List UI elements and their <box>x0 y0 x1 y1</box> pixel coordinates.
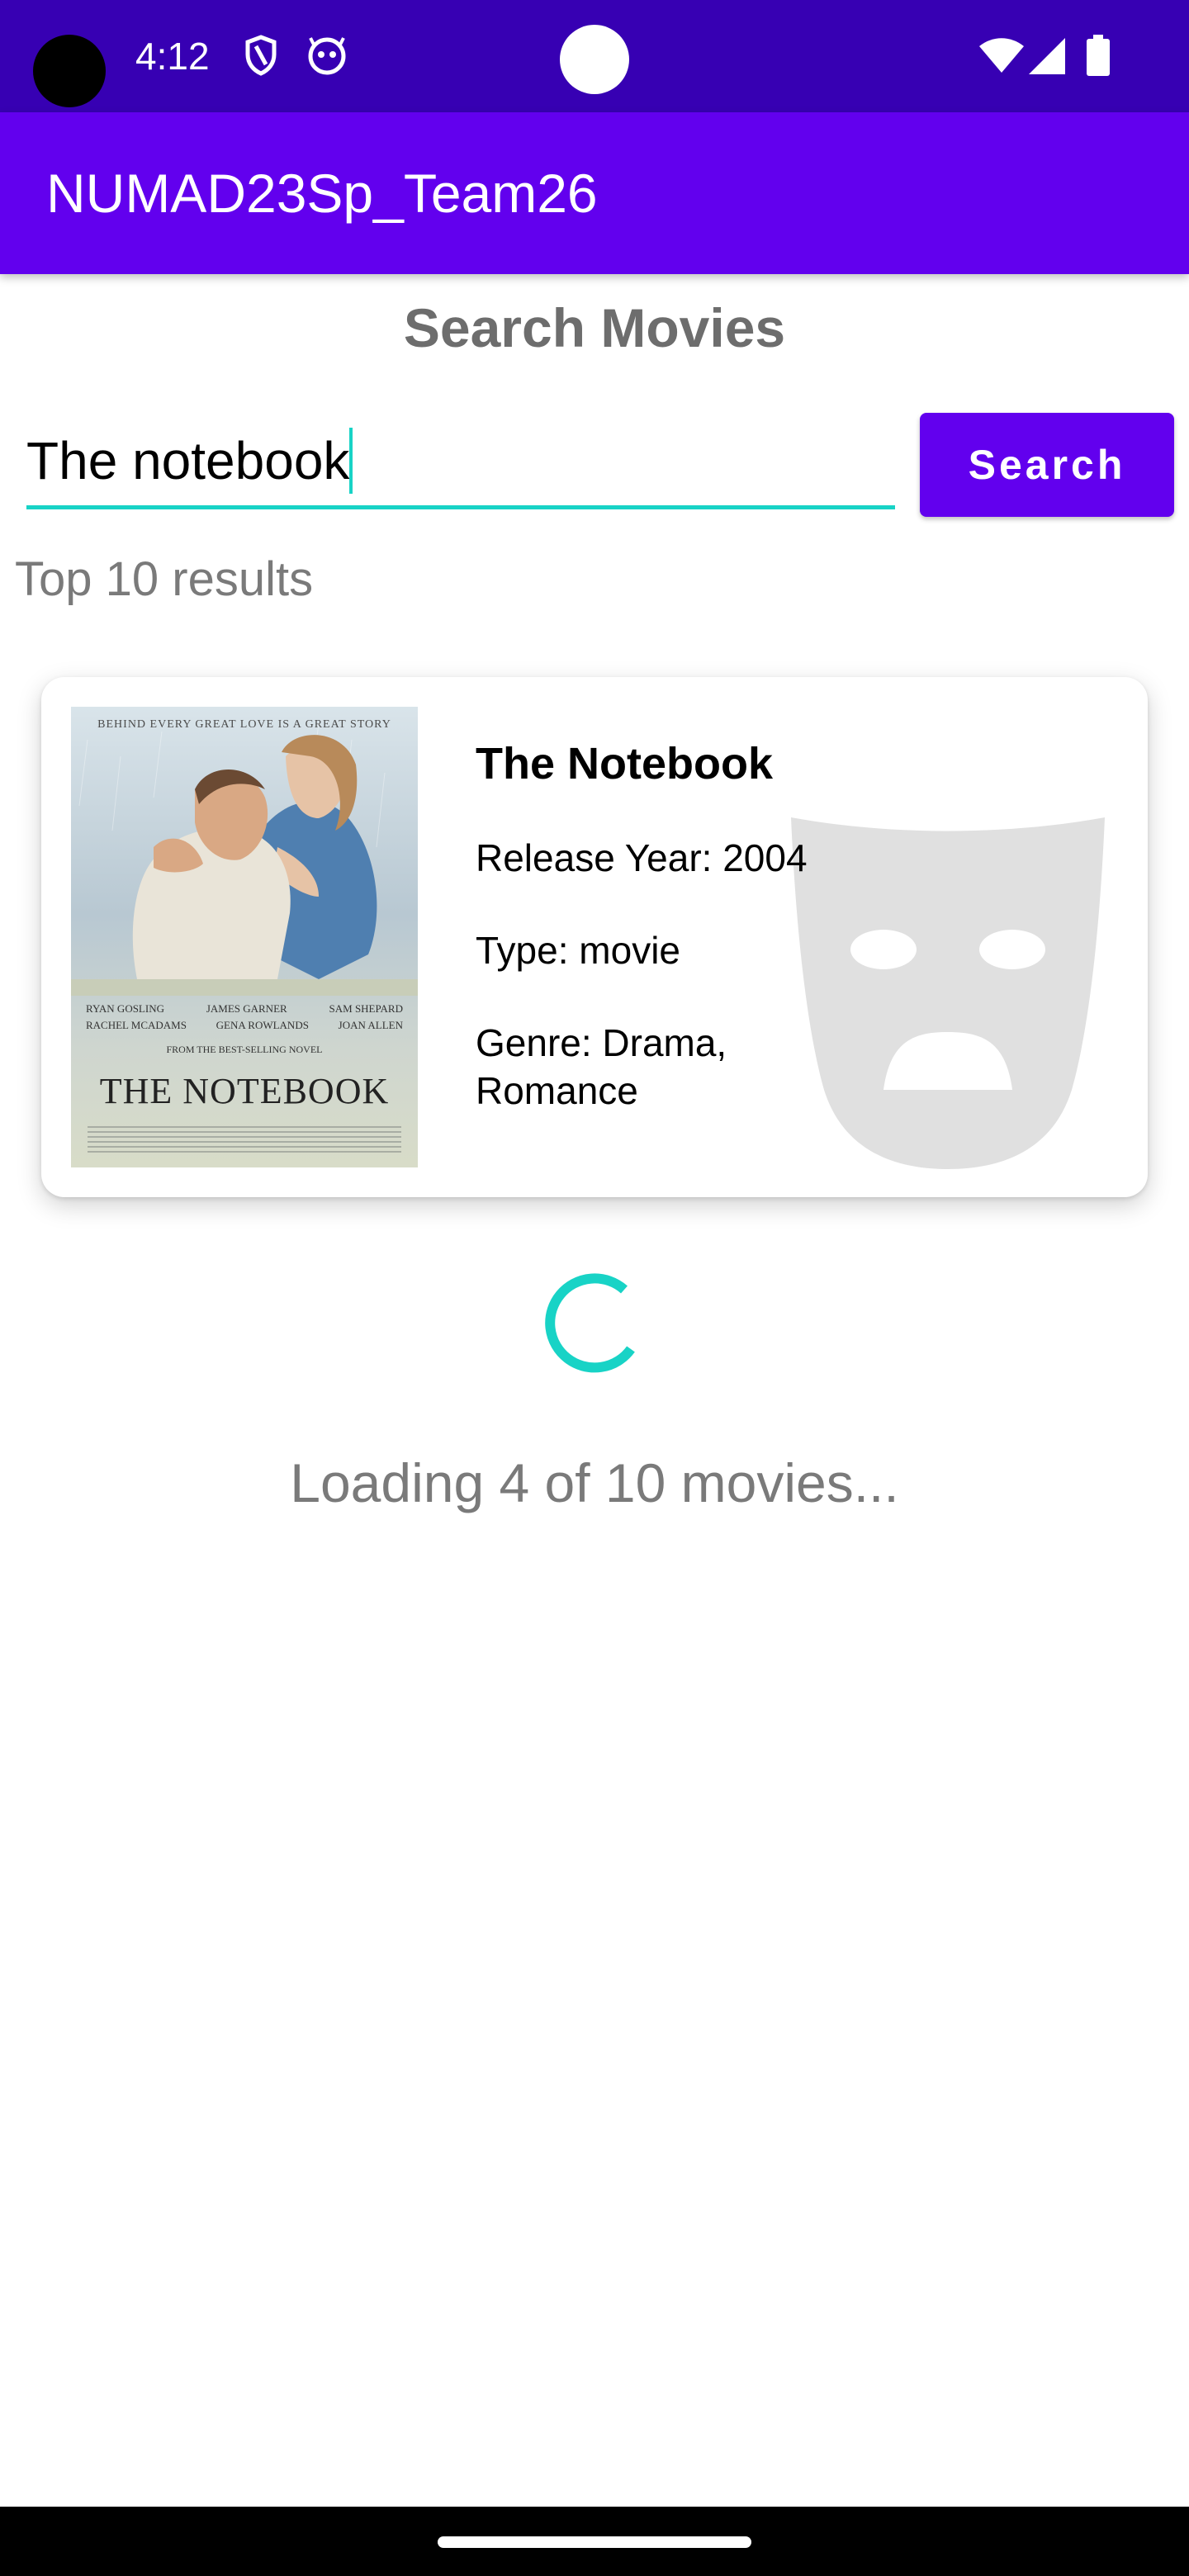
movie-type: Type: movie <box>476 929 680 972</box>
search-query-text: The notebook <box>26 431 350 490</box>
movie-genre: Genre: Drama, Romance <box>476 1021 727 1112</box>
poster-cast-row: RACHEL MCADAMS GENA ROWLANDS JOAN ALLEN <box>86 1019 403 1032</box>
movie-poster: BEHIND EVERY GREAT LOVE IS A GREAT STORY… <box>71 707 418 1167</box>
home-gesture-handle[interactable] <box>438 2536 751 2548</box>
poster-cast-row: RYAN GOSLING JAMES GARNER SAM SHEPARD <box>86 1002 403 1016</box>
text-cursor <box>349 428 353 494</box>
loading-status-text: Loading 4 of 10 movies... <box>290 1452 899 1513</box>
movie-title: The Notebook <box>476 739 773 788</box>
poster-cast-name: RACHEL MCADAMS <box>86 1019 187 1031</box>
app-title: NUMAD23Sp_Team26 <box>46 163 598 224</box>
movie-release-year: Release Year: 2004 <box>476 836 808 879</box>
poster-credits-block <box>88 1126 401 1154</box>
shield-icon <box>244 35 277 80</box>
poster-cast-name: SAM SHEPARD <box>329 1002 403 1015</box>
movie-card[interactable]: BEHIND EVERY GREAT LOVE IS A GREAT STORY… <box>41 677 1148 1197</box>
poster-cast-name: GENA ROWLANDS <box>216 1019 309 1031</box>
app-bar: NUMAD23Sp_Team26 <box>0 112 1189 274</box>
drama-mask-icon <box>791 817 1105 1173</box>
poster-title: THE NOTEBOOK <box>99 1071 390 1111</box>
wifi-icon <box>979 38 1024 78</box>
loading-spinner <box>542 1270 647 1380</box>
front-sensor <box>560 25 629 94</box>
search-input[interactable]: The notebook <box>26 413 895 509</box>
poster-cast-name: JAMES GARNER <box>206 1002 287 1015</box>
android-head-icon <box>307 35 347 80</box>
navigation-bar <box>0 2507 1189 2576</box>
status-bar: 4:12 <box>0 0 1189 112</box>
search-button[interactable]: Search <box>920 413 1174 517</box>
signal-icon <box>1029 38 1065 78</box>
poster-cast-name: JOAN ALLEN <box>338 1019 403 1031</box>
poster-cast-name: RYAN GOSLING <box>86 1002 164 1015</box>
status-time: 4:12 <box>135 35 210 78</box>
search-input-value[interactable]: The notebook <box>26 428 353 494</box>
camera-cutout <box>33 35 106 107</box>
poster-novel-line: FROM THE BEST-SELLING NOVEL <box>166 1044 323 1055</box>
battery-icon <box>1087 35 1110 80</box>
page-title: Search Movies <box>403 297 786 358</box>
results-count-label: Top 10 results <box>15 552 314 606</box>
